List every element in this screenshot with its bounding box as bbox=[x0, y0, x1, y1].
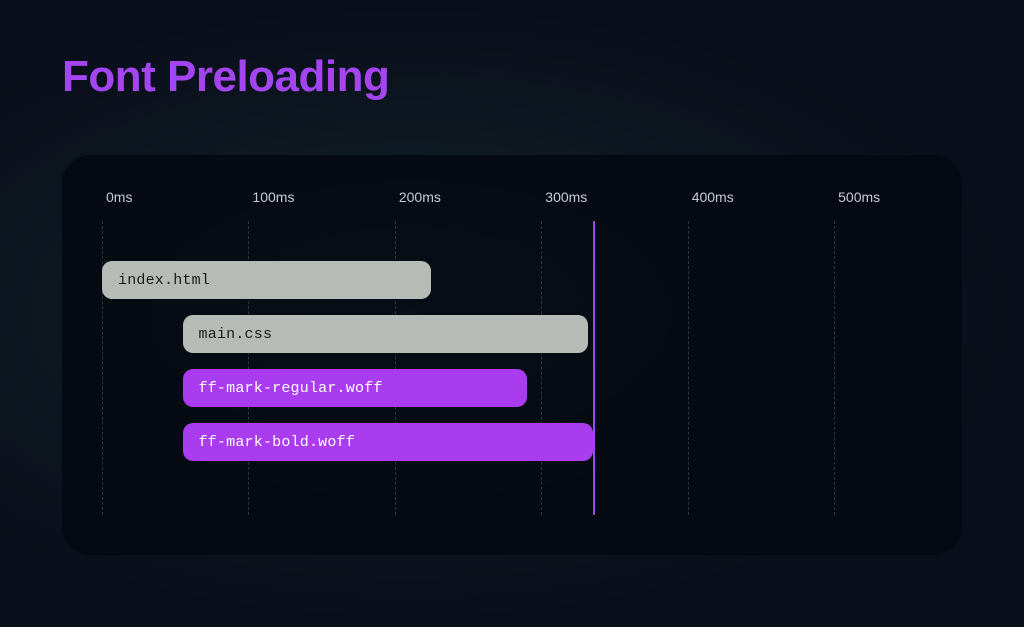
tick-label: 0ms bbox=[106, 189, 132, 205]
timeline-panel: 0ms 100ms 200ms 300ms 400ms 500ms index.html m… bbox=[62, 155, 962, 555]
tick-label: 100ms bbox=[252, 189, 294, 205]
tick-label: 500ms bbox=[838, 189, 880, 205]
tick-line bbox=[541, 221, 542, 515]
resource-bar: ff-mark-regular.woff bbox=[183, 369, 527, 407]
tick-label: 200ms bbox=[399, 189, 441, 205]
resource-bar: index.html bbox=[102, 261, 431, 299]
tick-line bbox=[688, 221, 689, 515]
tick-label: 300ms bbox=[545, 189, 587, 205]
resource-bar: main.css bbox=[183, 315, 589, 353]
resource-label: ff-mark-bold.woff bbox=[199, 434, 355, 451]
resource-bar: ff-mark-bold.woff bbox=[183, 423, 593, 461]
resource-label: main.css bbox=[199, 326, 273, 343]
completion-marker bbox=[593, 221, 595, 515]
tick-line bbox=[834, 221, 835, 515]
resource-label: ff-mark-regular.woff bbox=[199, 380, 383, 397]
tick-label: 400ms bbox=[692, 189, 734, 205]
page-title: Font Preloading bbox=[62, 52, 389, 102]
resource-label: index.html bbox=[118, 272, 210, 289]
timeline-container: 0ms 100ms 200ms 300ms 400ms 500ms index.html m… bbox=[102, 189, 922, 515]
